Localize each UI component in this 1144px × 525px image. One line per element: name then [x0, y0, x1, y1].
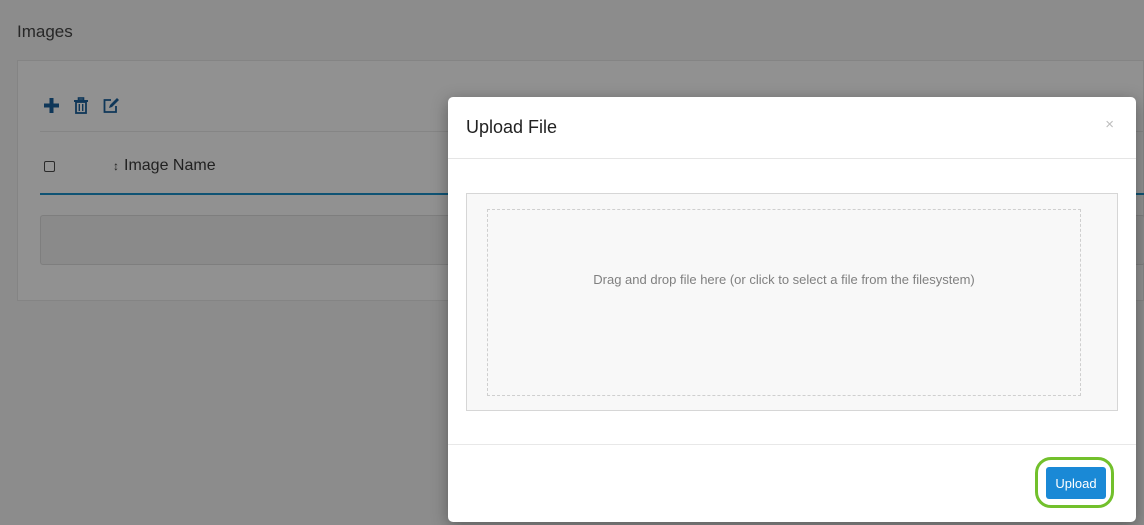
file-dropzone[interactable]: Drag and drop file here (or click to sel…: [487, 209, 1081, 396]
close-icon[interactable]: ×: [1105, 117, 1114, 132]
modal-body: Drag and drop file here (or click to sel…: [466, 193, 1118, 411]
modal-title: Upload File: [466, 117, 558, 137]
modal-footer-divider: [448, 444, 1136, 445]
upload-button[interactable]: Upload: [1046, 467, 1106, 499]
modal-header: Upload File ×: [448, 97, 1136, 159]
dropzone-text: Drag and drop file here (or click to sel…: [593, 272, 975, 287]
upload-file-modal: Upload File × Drag and drop file here (o…: [448, 97, 1136, 522]
